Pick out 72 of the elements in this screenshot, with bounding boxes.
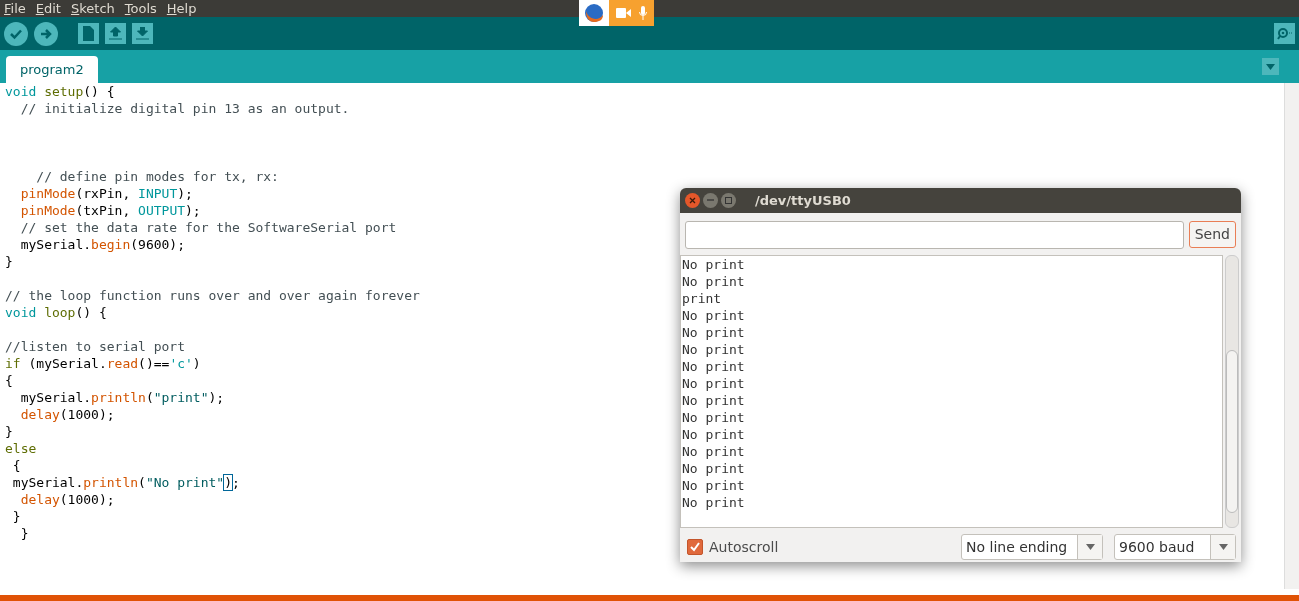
maximize-icon [725, 196, 732, 204]
scrollbar[interactable] [1284, 83, 1299, 589]
output-line: No print [682, 340, 746, 358]
menu-item[interactable]: Sketch [70, 0, 115, 17]
code-line: mySerial.println("No print"); [11, 474, 240, 491]
new-button[interactable] [78, 23, 99, 44]
line-ending-dropdown[interactable]: No line ending [961, 534, 1103, 561]
code-line: } [5, 253, 13, 270]
window-title: /dev/ttyUSB0 [755, 192, 851, 208]
autoscroll-checkbox[interactable] [687, 539, 703, 556]
file-tab[interactable]: program2 [6, 56, 98, 83]
menu-item[interactable]: Edit [35, 0, 61, 17]
code-line: if (mySerial.read()=='c') [5, 355, 201, 372]
camera-icon [616, 8, 632, 18]
close-icon [689, 196, 696, 204]
code-line: void loop() { [5, 304, 107, 321]
browser-icon[interactable] [579, 0, 609, 26]
send-button[interactable]: Send [1188, 220, 1236, 248]
menu-item[interactable]: Tools [124, 0, 157, 17]
code-line: // initialize digital pin 13 as an output. [19, 100, 350, 117]
output-line: No print [682, 272, 746, 290]
code-line: } [19, 525, 29, 542]
output-line: No print [682, 408, 746, 426]
menu-item[interactable]: Help [166, 0, 197, 17]
checkbox-label: Autoscroll [709, 539, 779, 556]
menu-item[interactable]: File [4, 0, 26, 17]
code-line: } [5, 423, 13, 440]
output-line: No print [682, 323, 746, 341]
code-line: mySerial.begin(9600); [19, 236, 186, 253]
minimize-button[interactable] [703, 192, 718, 208]
code-line: pinMode(txPin, OUTPUT); [19, 202, 201, 219]
close-button[interactable] [685, 192, 700, 208]
code-line: delay(1000); [19, 406, 115, 423]
code-line: else [5, 440, 37, 457]
verify-button[interactable] [4, 21, 28, 46]
scrollbar[interactable] [1225, 254, 1239, 529]
output-line: No print [682, 493, 746, 511]
output-line: No print [682, 442, 746, 460]
maximize-button[interactable] [721, 192, 736, 208]
output-line: No print [682, 255, 746, 273]
input-field[interactable] [685, 220, 1184, 249]
output-line: No print [682, 374, 746, 392]
output-line: No print [682, 459, 746, 477]
code-line: delay(1000); [19, 491, 115, 508]
output-line: No print [682, 425, 746, 443]
caret-icon [1218, 544, 1228, 551]
code-line: } [11, 508, 21, 525]
output-line: No print [682, 306, 746, 324]
code-line: void setup() { [5, 83, 115, 100]
upload-button[interactable] [34, 21, 58, 46]
code-line: mySerial.println("print"); [19, 389, 225, 406]
tab-menu-button[interactable] [1262, 58, 1279, 75]
arrow-right-icon [39, 26, 53, 41]
code-line: //listen to serial port [5, 338, 185, 355]
save-button[interactable] [132, 23, 153, 44]
code-line: { [5, 372, 13, 389]
serial-monitor-button[interactable] [1274, 23, 1295, 44]
code-line: // define pin modes for tx, rx: [35, 168, 279, 185]
output-line: No print [682, 357, 746, 375]
baud-rate-dropdown[interactable]: 9600 baud [1114, 534, 1236, 561]
code-line: pinMode(rxPin, INPUT); [19, 185, 193, 202]
microphone-icon [638, 6, 647, 20]
output-line: print [682, 289, 723, 307]
code-line: { [11, 457, 21, 474]
output-line: No print [682, 476, 746, 494]
caret-icon [1266, 63, 1275, 70]
caret-icon [1085, 544, 1095, 551]
minimize-icon [707, 199, 714, 202]
output-line: No print [682, 391, 746, 409]
code-line: // set the data rate for the SoftwareSerial port [19, 219, 397, 236]
code-line: // the loop function runs over and over again forever [5, 287, 420, 304]
open-button[interactable] [105, 23, 126, 44]
